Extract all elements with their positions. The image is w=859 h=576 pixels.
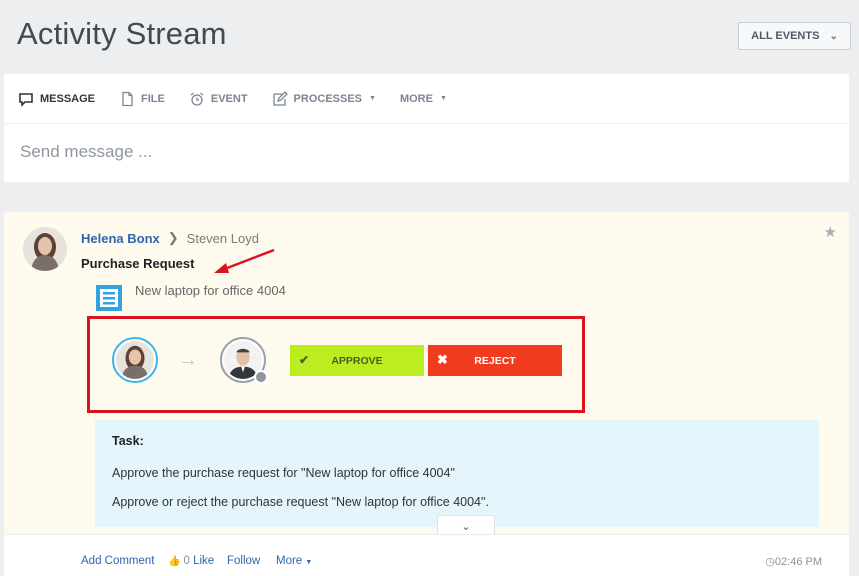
close-icon: ✖	[437, 352, 448, 367]
reject-label: REJECT	[474, 354, 516, 367]
task-details: Task: Approve the purchase request for "…	[95, 420, 819, 527]
tab-more-label: MORE	[399, 92, 433, 105]
clock-icon	[254, 370, 268, 384]
like-link[interactable]: 👍 0 Like	[168, 555, 214, 567]
caret-down-icon: ▼	[369, 95, 376, 102]
events-filter-dropdown[interactable]: ALL EVENTS ⌄	[738, 22, 851, 50]
tab-message[interactable]: MESSAGE	[18, 91, 95, 107]
add-comment-link[interactable]: Add Comment	[81, 555, 155, 567]
post-title: Purchase Request	[81, 256, 195, 271]
composer-panel: MESSAGE FILE EVENT PROCESSES ▼ MORE ▼ Se…	[4, 74, 849, 182]
avatar-image	[116, 341, 154, 379]
like-count: 0	[183, 555, 190, 567]
more-label: More	[276, 555, 303, 567]
chevron-right-icon: ❯	[167, 230, 179, 245]
edit-icon	[272, 90, 288, 106]
post-timestamp: ◷02:46 PM	[765, 555, 822, 568]
approval-highlight: → ✔ APPROVE ✖ REJECT	[87, 316, 585, 413]
approve-label: APPROVE	[331, 354, 383, 367]
follow-link[interactable]: Follow	[227, 555, 260, 567]
reject-button[interactable]: ✖ REJECT	[428, 345, 562, 376]
alarm-clock-icon	[190, 91, 204, 106]
post-footer: Add Comment 👍 0 Like Follow More ▼ ◷02:46…	[4, 534, 849, 576]
tab-event[interactable]: EVENT	[189, 91, 248, 107]
tab-event-label: EVENT	[210, 92, 248, 105]
check-icon: ✔	[299, 353, 310, 367]
send-message-input[interactable]: Send message ...	[20, 142, 152, 162]
tab-more[interactable]: MORE ▼	[400, 93, 447, 105]
composer-tabs: MESSAGE FILE EVENT PROCESSES ▼ MORE ▼	[4, 74, 849, 124]
thumbs-up-icon: 👍	[168, 556, 181, 567]
time-text: 02:46 PM	[774, 556, 822, 568]
caret-down-icon: ▼	[439, 95, 447, 102]
avatar-approver	[220, 337, 268, 384]
tab-file-label: FILE	[141, 92, 165, 105]
clock-icon: ◷	[765, 556, 775, 568]
recipient-link[interactable]: Steven Loyd	[187, 231, 259, 246]
like-label: Like	[193, 555, 215, 567]
page-title: Activity Stream	[17, 16, 227, 51]
annotation-arrow-icon	[214, 248, 275, 273]
avatar-helena[interactable]	[23, 227, 67, 271]
star-icon[interactable]: ★	[824, 223, 837, 241]
approve-button[interactable]: ✔ APPROVE	[290, 345, 424, 376]
task-heading: Task:	[112, 434, 144, 448]
tab-processes[interactable]: PROCESSES ▼	[272, 90, 376, 107]
task-description-2: Approve or reject the purchase request "…	[112, 495, 489, 509]
author-link[interactable]: Helena Bonx	[81, 231, 160, 246]
chevron-down-icon: ⌄	[829, 30, 838, 42]
chevron-down-icon: ⌄	[461, 521, 471, 533]
tab-file[interactable]: FILE	[119, 91, 165, 107]
file-icon	[122, 91, 133, 106]
arrow-right-icon: →	[178, 349, 198, 371]
feed-post: Helena Bonx ❯ Steven Loyd ★ Purchase Req…	[4, 212, 849, 576]
avatar-requester	[112, 337, 158, 383]
filter-label: ALL EVENTS	[751, 30, 820, 42]
tab-processes-label: PROCESSES	[293, 92, 363, 105]
task-description-1: Approve the purchase request for "New la…	[112, 466, 455, 480]
speech-bubble-icon	[19, 92, 33, 107]
author-line: Helena Bonx ❯ Steven Loyd	[81, 230, 259, 246]
document-icon	[96, 285, 122, 311]
more-link[interactable]: More ▼	[276, 555, 312, 567]
document-title[interactable]: New laptop for office 4004	[135, 283, 286, 298]
tab-message-label: MESSAGE	[40, 92, 96, 105]
avatar-image	[23, 227, 67, 271]
caret-down-icon: ▼	[305, 559, 313, 566]
